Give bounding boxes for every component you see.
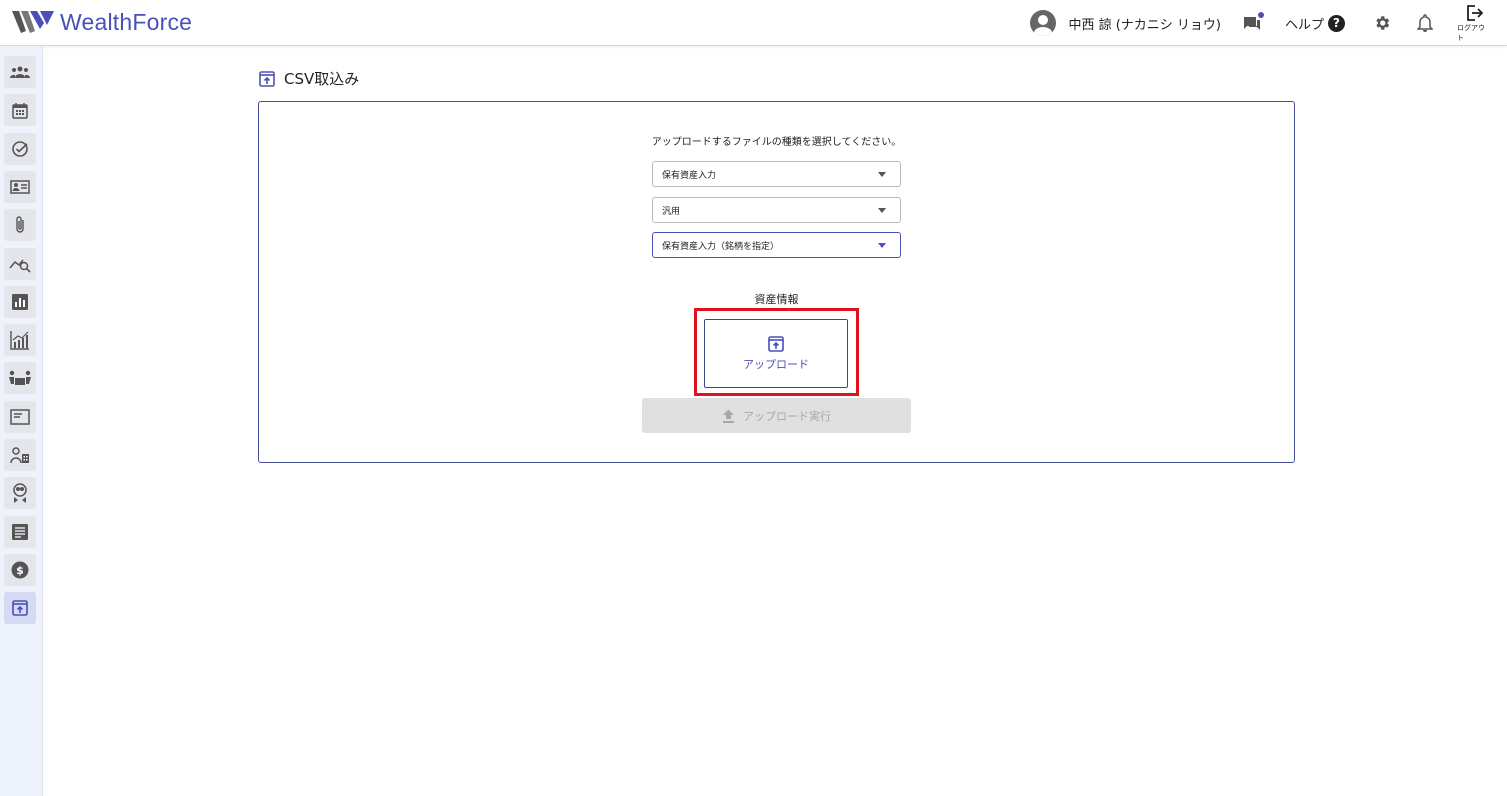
logout-label: ログアウト [1457,23,1485,42]
logout-button[interactable]: ログアウト [1457,4,1491,43]
logout-icon [1467,4,1483,21]
sidebar-item-organization[interactable] [4,439,36,471]
sidebar-item-market-search[interactable] [4,248,36,280]
file-upload-icon [723,409,734,423]
sidebar-item-billing[interactable]: $ [4,554,36,586]
user-name: 中西 諒 (ナカニシ リョウ) [1068,17,1221,33]
settings-button[interactable] [1373,14,1391,32]
upload-icon [768,335,784,352]
sidebar-item-customers[interactable] [4,56,36,88]
sidebar-item-calendar[interactable] [4,94,36,126]
execute-upload-button[interactable]: アップロード実行 [642,398,911,433]
meeting-icon [9,370,31,385]
upload-file-button[interactable]: アップロード [704,319,848,388]
logo-mark-icon [12,11,54,33]
svg-text:$: $ [16,564,24,577]
sidebar-item-reports[interactable] [4,286,36,318]
advisor-icon [13,483,27,503]
sidebar-item-meetings[interactable] [4,362,36,394]
upload-icon [259,70,275,87]
sidebar-item-documents[interactable] [4,516,36,548]
dollar-icon: $ [11,561,29,579]
trend-search-icon [9,259,31,273]
upload-icon [12,600,28,616]
sidebar-item-attachments[interactable] [4,209,36,241]
app-header: WealthForce 中西 諒 (ナカニシ リョウ) ヘルプ ? ログアウト [0,0,1507,46]
brand-name: WealthForce [60,8,193,35]
calendar-icon [12,102,28,119]
person-building-icon [10,447,29,464]
chevron-down-icon [878,208,886,213]
article-icon [10,409,30,425]
instruction-text: アップロードするファイルの種類を選択してください。 [651,137,902,148]
sidebar-item-csv-import[interactable] [4,592,36,624]
file-category-value: 保有資産入力 [662,170,717,181]
import-type-select[interactable]: 保有資産入力（銘柄を指定） [652,232,901,258]
help-button[interactable]: ヘルプ ? [1285,14,1345,33]
sidebar-item-advisors[interactable] [4,477,36,509]
format-select[interactable]: 汎用 [652,197,901,223]
help-label: ヘルプ [1284,17,1324,33]
upload-label: アップロード [743,357,809,371]
account-circle-icon [1030,10,1057,36]
asset-info-label: 資産情報 [754,293,799,306]
check-circle-icon [12,141,28,157]
chat-button[interactable] [1243,12,1264,31]
document-icon [12,524,28,540]
paperclip-icon [16,216,24,233]
format-value: 汎用 [662,206,681,217]
page-title-text: CSV取込み [284,70,360,88]
sidebar-nav: $ [0,46,43,796]
sidebar-item-tasks[interactable] [4,133,36,165]
sidebar-item-contacts[interactable] [4,171,36,203]
sidebar-item-articles[interactable] [4,401,36,433]
chevron-down-icon [878,243,886,248]
sidebar-item-analytics[interactable] [4,324,36,356]
import-type-value: 保有資産入力（銘柄を指定） [662,241,780,252]
gear-icon [1376,16,1390,30]
growth-chart-icon [10,331,29,350]
bar-chart-icon [12,294,28,310]
notifications-button[interactable] [1417,14,1433,32]
page-title: CSV取込み [259,68,359,89]
csv-import-panel: アップロードするファイルの種類を選択してください。 保有資産入力 汎用 保有資産… [258,101,1295,463]
brand-logo[interactable]: WealthForce [12,8,192,36]
help-icon: ? [1328,14,1345,32]
user-menu[interactable]: 中西 諒 (ナカニシ リョウ) [1030,10,1221,36]
people-icon [10,66,30,78]
contact-card-icon [10,180,30,194]
bell-icon [1417,14,1433,32]
header-actions: 中西 諒 (ナカニシ リョウ) ヘルプ ? ログアウト [1030,0,1507,46]
chevron-down-icon [878,172,886,177]
file-category-select[interactable]: 保有資産入力 [652,161,901,187]
notification-dot [1257,12,1264,18]
execute-upload-label: アップロード実行 [743,409,831,423]
